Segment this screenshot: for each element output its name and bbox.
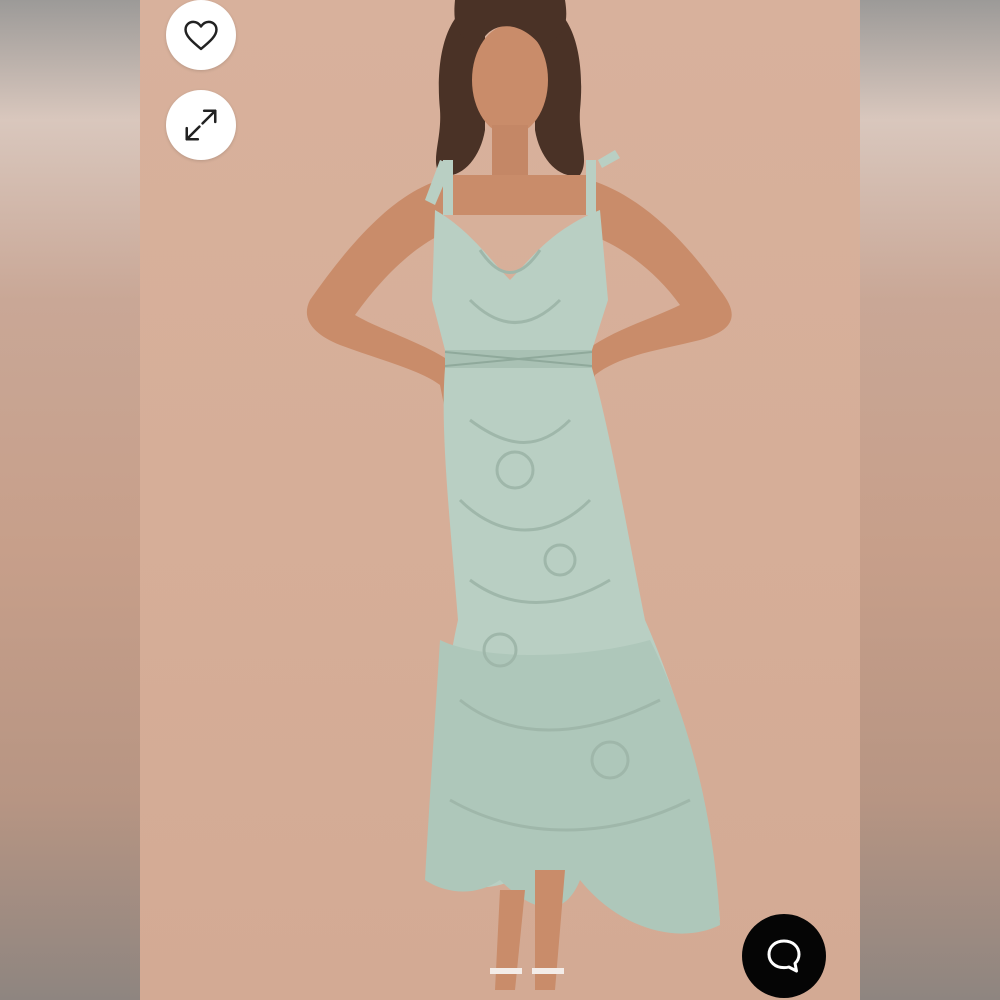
chat-button[interactable] xyxy=(742,914,826,998)
face xyxy=(472,25,548,135)
chat-bubble-icon xyxy=(767,939,801,973)
legs xyxy=(495,890,525,990)
bodice xyxy=(432,210,608,350)
left-blur-border xyxy=(0,0,140,1000)
model-illustration xyxy=(306,0,732,990)
ruffle xyxy=(425,640,720,934)
favorite-button[interactable] xyxy=(166,0,236,70)
product-photo xyxy=(140,0,860,1000)
right-blur-border xyxy=(860,0,1000,1000)
expand-image-button[interactable] xyxy=(166,90,236,160)
expand-arrows-icon xyxy=(185,109,217,141)
heart-icon xyxy=(184,20,218,51)
